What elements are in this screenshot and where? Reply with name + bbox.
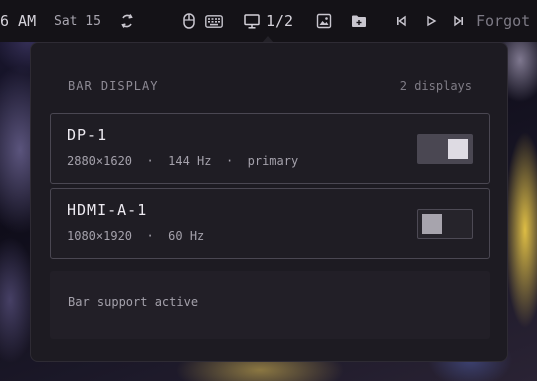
active-window-title[interactable]: Forgot — [476, 0, 530, 42]
folder-icon[interactable] — [350, 0, 368, 42]
display-card-hdmi-a-1[interactable]: HDMI-A-1 1080×1920 · 60 Hz — [50, 188, 490, 259]
display-count: 2 displays — [399, 79, 472, 93]
play-icon[interactable] — [422, 0, 440, 42]
skip-previous-icon[interactable] — [392, 0, 410, 42]
clock-time[interactable]: 6 AM — [0, 0, 36, 42]
status-box: Bar support active — [50, 271, 490, 339]
display-details: 2880×1620 · 144 Hz · primary — [67, 154, 299, 168]
display-name: DP-1 — [67, 126, 108, 144]
keyboard-icon[interactable] — [205, 0, 223, 42]
display-card-dp-1[interactable]: DP-1 2880×1620 · 144 Hz · primary — [50, 113, 490, 184]
panel-title: BAR DISPLAY — [68, 79, 159, 93]
toggle-knob — [448, 139, 468, 159]
bar-display-panel: BAR DISPLAY 2 displays DP-1 2880×1620 · … — [30, 42, 508, 362]
panel-header: BAR DISPLAY 2 displays — [68, 79, 472, 93]
monitor-icon — [244, 13, 260, 29]
display-name: HDMI-A-1 — [67, 201, 148, 219]
workspace-label: 1/2 — [266, 12, 294, 30]
refresh-icon[interactable] — [118, 0, 136, 42]
clock-date[interactable]: Sat 15 — [54, 0, 101, 42]
status-text: Bar support active — [68, 295, 199, 309]
display-details: 1080×1920 · 60 Hz — [67, 229, 205, 243]
display-toggle[interactable] — [417, 209, 473, 239]
mouse-icon[interactable] — [180, 0, 198, 42]
skip-next-icon[interactable] — [450, 0, 468, 42]
display-toggle[interactable] — [417, 134, 473, 164]
toggle-knob — [422, 214, 442, 234]
screenshot-icon[interactable] — [315, 0, 333, 42]
